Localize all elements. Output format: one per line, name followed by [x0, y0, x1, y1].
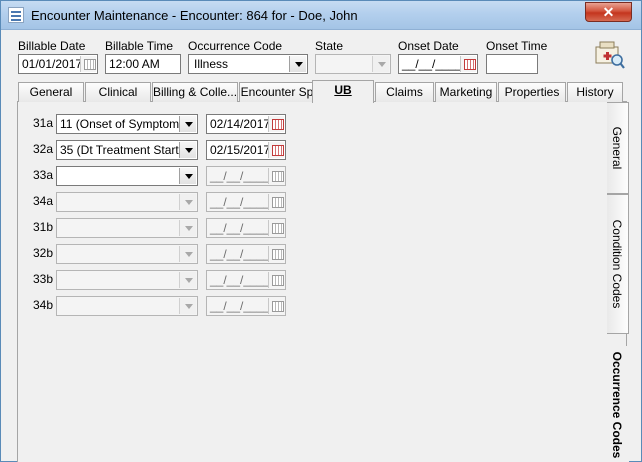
tab-general[interactable]: General	[18, 82, 84, 102]
occurrence-code-combo	[56, 244, 198, 264]
occurrence-row-label: 33a	[33, 168, 54, 182]
occurrence-code-select[interactable]: Illness	[188, 54, 308, 74]
billable-time-value: 12:00 AM	[109, 57, 160, 71]
occurrence-code-text: 11 (Onset of Symptoms	[60, 117, 186, 131]
chevron-down-icon	[179, 246, 196, 262]
onset-time-label: Onset Time	[486, 39, 548, 53]
tab-properties[interactable]: Properties	[498, 82, 566, 102]
occurrence-code-combo	[56, 296, 198, 316]
occurrence-date-field: __/__/____	[206, 166, 286, 186]
chevron-down-icon[interactable]	[179, 168, 196, 184]
occurrence-row-label: 32a	[33, 142, 54, 156]
occurrence-date-text: __/__/____	[210, 247, 271, 261]
chevron-down-icon	[179, 194, 196, 210]
state-label: State	[315, 39, 344, 53]
chevron-down-icon[interactable]	[179, 116, 196, 132]
onset-date-field[interactable]: __/__/____	[398, 54, 478, 74]
calendar-icon	[268, 194, 284, 210]
occurrence-row-label: 33b	[33, 272, 54, 286]
tab-ub[interactable]: UB	[312, 80, 374, 103]
patient-search-icon[interactable]	[593, 39, 625, 69]
side-tab-occurrence-codes[interactable]: Occurrence Codes	[607, 346, 629, 462]
state-select	[315, 54, 391, 74]
occurrence-date-field: __/__/____	[206, 296, 286, 316]
billable-time-field[interactable]: 12:00 AM	[105, 54, 181, 74]
occurrence-date-text: 02/15/2017	[210, 143, 271, 157]
calendar-icon[interactable]	[460, 56, 476, 72]
calendar-icon[interactable]	[268, 116, 284, 132]
calendar-icon	[268, 246, 284, 262]
occurrence-date-text: __/__/____	[210, 195, 271, 209]
occurrence-row-label: 31b	[33, 220, 54, 234]
title-bar[interactable]: Encounter Maintenance - Encounter: 864 f…	[1, 1, 641, 30]
tab-marketing[interactable]: Marketing	[435, 82, 497, 102]
occurrence-code-combo[interactable]	[56, 166, 198, 186]
tab-claims[interactable]: Claims	[375, 82, 434, 102]
side-tab-occurrence-codes-label: Occurrence Codes	[610, 351, 624, 458]
tab-clinical[interactable]: Clinical	[85, 82, 151, 102]
onset-date-label: Onset Date	[398, 39, 459, 53]
window-title: Encounter Maintenance - Encounter: 864 f…	[31, 8, 358, 23]
chevron-down-icon[interactable]	[289, 56, 306, 72]
occurrence-row-label: 34a	[33, 194, 54, 208]
side-tab-general[interactable]: General	[607, 102, 629, 194]
calendar-icon[interactable]	[80, 56, 96, 72]
occurrence-date-text: __/__/____	[210, 273, 271, 287]
close-icon: ✕	[602, 4, 615, 20]
close-button[interactable]: ✕	[585, 2, 632, 22]
calendar-icon	[268, 220, 284, 236]
occurrence-date-field: __/__/____	[206, 270, 286, 290]
document-list-icon	[8, 7, 24, 23]
onset-time-field[interactable]	[486, 54, 538, 74]
occurrence-date-field[interactable]: 02/14/2017	[206, 114, 286, 134]
occurrence-code-label: Occurrence Code	[188, 39, 283, 53]
billable-time-label: Billable Time	[105, 39, 174, 53]
occurrence-code-combo	[56, 192, 198, 212]
occurrence-date-field: __/__/____	[206, 244, 286, 264]
occurrence-date-text: 02/14/2017	[210, 117, 271, 131]
tab-billing-collections[interactable]: Billing & Colle...	[152, 82, 238, 102]
chevron-down-icon	[372, 56, 389, 72]
onset-date-value: __/__/____	[402, 57, 463, 71]
chevron-down-icon	[179, 272, 196, 288]
occurrence-code-combo	[56, 218, 198, 238]
occurrence-row-label: 31a	[33, 116, 54, 130]
occurrence-code-text: 35 (Dt Treatment Start F	[60, 143, 190, 157]
billable-date-label: Billable Date	[18, 39, 86, 53]
occurrence-row-label: 34b	[33, 298, 54, 312]
side-tab-condition-codes[interactable]: Condition Codes	[607, 194, 629, 334]
calendar-icon	[268, 168, 284, 184]
side-tab-condition-codes-label: Condition Codes	[610, 219, 624, 309]
occurrence-code-value: Illness	[194, 57, 229, 71]
occurrence-row-label: 32b	[33, 246, 54, 260]
side-tab-general-label: General	[610, 126, 624, 170]
occurrence-date-field: __/__/____	[206, 192, 286, 212]
calendar-icon	[268, 298, 284, 314]
chevron-down-icon	[179, 220, 196, 236]
occurrence-date-text: __/__/____	[210, 299, 271, 313]
occurrence-code-combo[interactable]: 11 (Onset of Symptoms	[56, 114, 198, 134]
chevron-down-icon	[179, 298, 196, 314]
occurrence-date-field: __/__/____	[206, 218, 286, 238]
occurrence-date-field[interactable]: 02/15/2017	[206, 140, 286, 160]
occurrence-code-combo	[56, 270, 198, 290]
occurrence-date-text: __/__/____	[210, 169, 271, 183]
chevron-down-icon[interactable]	[179, 142, 196, 158]
billable-date-field[interactable]: 01/01/2017	[18, 54, 98, 74]
tab-history[interactable]: History	[567, 82, 623, 102]
encounter-maintenance-window: Encounter Maintenance - Encounter: 864 f…	[0, 0, 642, 462]
billable-date-value: 01/01/2017	[22, 57, 83, 71]
occurrence-date-text: __/__/____	[210, 221, 271, 235]
calendar-icon[interactable]	[268, 142, 284, 158]
occurrence-code-combo[interactable]: 35 (Dt Treatment Start F	[56, 140, 198, 160]
calendar-icon	[268, 272, 284, 288]
